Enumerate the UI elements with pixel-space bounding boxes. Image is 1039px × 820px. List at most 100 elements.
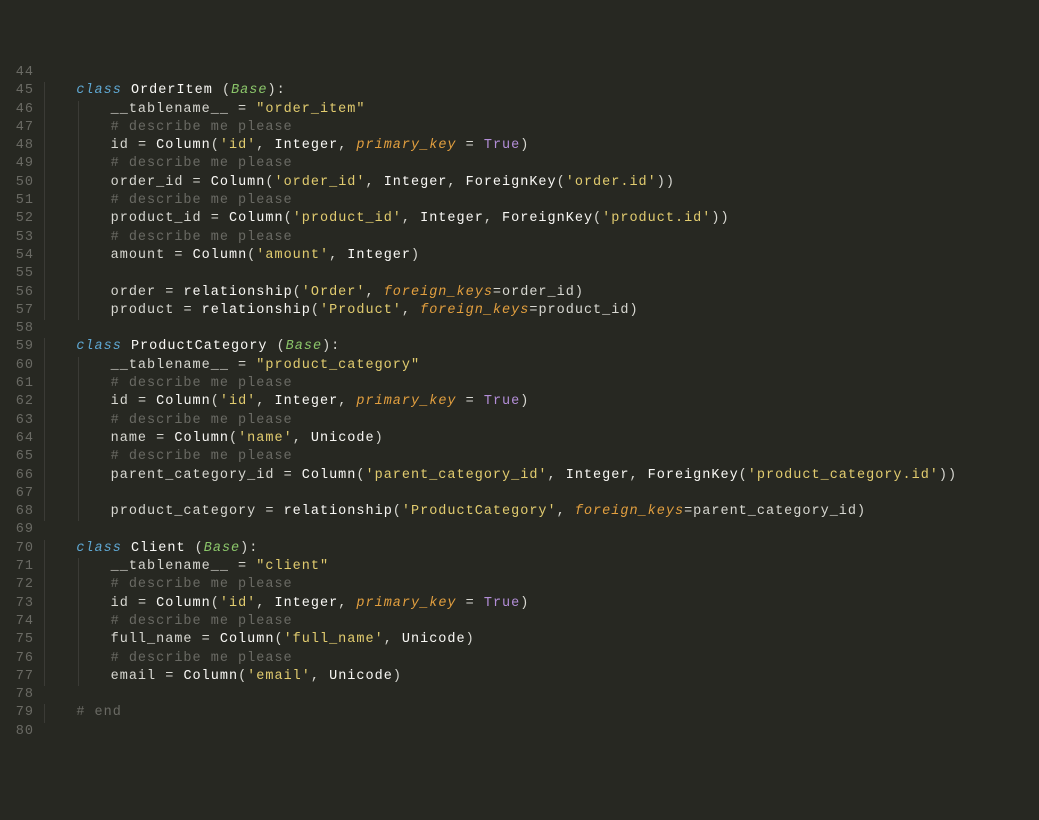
code-content[interactable]: class OrderItem (Base): xyxy=(42,82,286,100)
code-line[interactable]: 66 parent_category_id = Column('parent_c… xyxy=(0,467,1039,485)
code-line[interactable]: 60 __tablename__ = "product_category" xyxy=(0,357,1039,375)
code-line[interactable]: 71 __tablename__ = "client" xyxy=(0,558,1039,576)
token-punc: = xyxy=(156,431,165,446)
token-func: Column xyxy=(193,248,248,263)
code-line[interactable]: 62 id = Column('id', Integer, primary_ke… xyxy=(0,393,1039,411)
token-cmt: # describe me please xyxy=(111,193,293,208)
code-content[interactable]: order_id = Column('order_id', Integer, F… xyxy=(42,174,675,192)
code-line[interactable]: 68 product_category = relationship('Prod… xyxy=(0,503,1039,521)
code-line[interactable]: 49 # describe me please xyxy=(0,155,1039,173)
code-line[interactable]: 80 xyxy=(0,723,1039,741)
code-line[interactable]: 67 xyxy=(0,485,1039,503)
code-line[interactable]: 48 id = Column('id', Integer, primary_ke… xyxy=(0,137,1039,155)
code-content[interactable]: # describe me please xyxy=(42,192,293,210)
code-line[interactable]: 69 xyxy=(0,521,1039,539)
code-content[interactable]: name = Column('name', Unicode) xyxy=(42,430,384,448)
code-content[interactable]: # end xyxy=(42,704,122,722)
code-content[interactable]: order = relationship('Order', foreign_ke… xyxy=(42,284,584,302)
token-punc: ( xyxy=(293,285,302,300)
code-content[interactable] xyxy=(42,265,111,283)
code-content[interactable]: id = Column('id', Integer, primary_key =… xyxy=(42,137,529,155)
token-str: 'product_category.id' xyxy=(748,468,939,483)
code-line[interactable]: 50 order_id = Column('order_id', Integer… xyxy=(0,174,1039,192)
token-punc: , xyxy=(338,138,356,153)
code-line[interactable]: 59 class ProductCategory (Base): xyxy=(0,338,1039,356)
indent-guide: id = Column('id', Integer, primary_key =… xyxy=(44,595,529,613)
code-content[interactable]: amount = Column('amount', Integer) xyxy=(42,247,420,265)
token-func: Column xyxy=(156,138,211,153)
code-line[interactable]: 53 # describe me please xyxy=(0,229,1039,247)
code-content[interactable]: __tablename__ = "order_item" xyxy=(42,101,365,119)
code-content[interactable]: __tablename__ = "product_category" xyxy=(42,357,420,375)
code-content[interactable]: class ProductCategory (Base): xyxy=(42,338,340,356)
code-content[interactable]: # describe me please xyxy=(42,155,293,173)
token-punc: = xyxy=(165,669,174,684)
code-line[interactable]: 46 __tablename__ = "order_item" xyxy=(0,101,1039,119)
code-line[interactable]: 77 email = Column('email', Unicode) xyxy=(0,668,1039,686)
code-content[interactable]: # describe me please xyxy=(42,229,293,247)
code-content[interactable]: full_name = Column('full_name', Unicode) xyxy=(42,631,475,649)
code-content[interactable]: id = Column('id', Integer, primary_key =… xyxy=(42,393,529,411)
code-content[interactable]: # describe me please xyxy=(42,448,293,466)
code-content[interactable]: parent_category_id = Column('parent_cate… xyxy=(42,467,957,485)
code-content[interactable]: product = relationship('Product', foreig… xyxy=(42,302,639,320)
token-punc: )) xyxy=(711,211,729,226)
code-content[interactable]: product_id = Column('product_id', Intege… xyxy=(42,210,730,228)
code-content[interactable]: # describe me please xyxy=(42,412,293,430)
code-line[interactable]: 72 # describe me please xyxy=(0,576,1039,594)
code-content[interactable]: email = Column('email', Unicode) xyxy=(42,668,402,686)
code-line[interactable]: 79 # end xyxy=(0,704,1039,722)
code-line[interactable]: 44 xyxy=(0,64,1039,82)
code-line[interactable]: 73 id = Column('id', Integer, primary_ke… xyxy=(0,595,1039,613)
token-punc xyxy=(122,83,131,98)
token-func: Integer xyxy=(420,211,484,226)
token-punc: , xyxy=(256,138,274,153)
indent-guide: # describe me please xyxy=(78,412,292,430)
code-content[interactable]: # describe me please xyxy=(42,650,293,668)
token-punc: , xyxy=(447,175,465,190)
code-content[interactable] xyxy=(42,485,111,503)
code-line[interactable]: 52 product_id = Column('product_id', Int… xyxy=(0,210,1039,228)
token-param: primary_key xyxy=(356,394,456,409)
token-func: Integer xyxy=(274,394,338,409)
code-line[interactable]: 51 # describe me please xyxy=(0,192,1039,210)
line-number: 54 xyxy=(0,247,42,265)
code-line[interactable]: 78 xyxy=(0,686,1039,704)
token-str: 'amount' xyxy=(256,248,329,263)
code-content[interactable]: # describe me please xyxy=(42,375,293,393)
code-line[interactable]: 45 class OrderItem (Base): xyxy=(0,82,1039,100)
token-punc: = xyxy=(183,303,192,318)
code-line[interactable]: 55 xyxy=(0,265,1039,283)
indent-guide: parent_category_id = Column('parent_cate… xyxy=(44,467,957,485)
code-content[interactable]: product_category = relationship('Product… xyxy=(42,503,866,521)
code-content[interactable]: # describe me please xyxy=(42,576,293,594)
token-punc: ( xyxy=(267,339,285,354)
token-punc: ( xyxy=(211,596,220,611)
token-cmt: # end xyxy=(76,705,122,720)
code-content[interactable]: class Client (Base): xyxy=(42,540,258,558)
code-line[interactable]: 65 # describe me please xyxy=(0,448,1039,466)
code-editor[interactable]: 4445 class OrderItem (Base):46 __tablena… xyxy=(0,60,1039,745)
code-line[interactable]: 75 full_name = Column('full_name', Unico… xyxy=(0,631,1039,649)
code-line[interactable]: 58 xyxy=(0,320,1039,338)
code-content[interactable]: __tablename__ = "client" xyxy=(42,558,329,576)
code-content[interactable]: # describe me please xyxy=(42,613,293,631)
code-line[interactable]: 56 order = relationship('Order', foreign… xyxy=(0,284,1039,302)
code-line[interactable]: 70 class Client (Base): xyxy=(0,540,1039,558)
token-func: ForeignKey xyxy=(502,211,593,226)
token-punc: ) xyxy=(520,394,529,409)
code-line[interactable]: 57 product = relationship('Product', for… xyxy=(0,302,1039,320)
code-content[interactable]: id = Column('id', Integer, primary_key =… xyxy=(42,595,529,613)
token-punc xyxy=(220,211,229,226)
code-content[interactable]: # describe me please xyxy=(42,119,293,137)
token-punc: , xyxy=(256,596,274,611)
code-line[interactable]: 74 # describe me please xyxy=(0,613,1039,631)
code-line[interactable]: 54 amount = Column('amount', Integer) xyxy=(0,247,1039,265)
code-line[interactable]: 64 name = Column('name', Unicode) xyxy=(0,430,1039,448)
indent-guide: # describe me please xyxy=(44,448,293,466)
code-line[interactable]: 63 # describe me please xyxy=(0,412,1039,430)
code-line[interactable]: 61 # describe me please xyxy=(0,375,1039,393)
code-line[interactable]: 76 # describe me please xyxy=(0,650,1039,668)
code-line[interactable]: 47 # describe me please xyxy=(0,119,1039,137)
token-punc: = xyxy=(238,559,247,574)
